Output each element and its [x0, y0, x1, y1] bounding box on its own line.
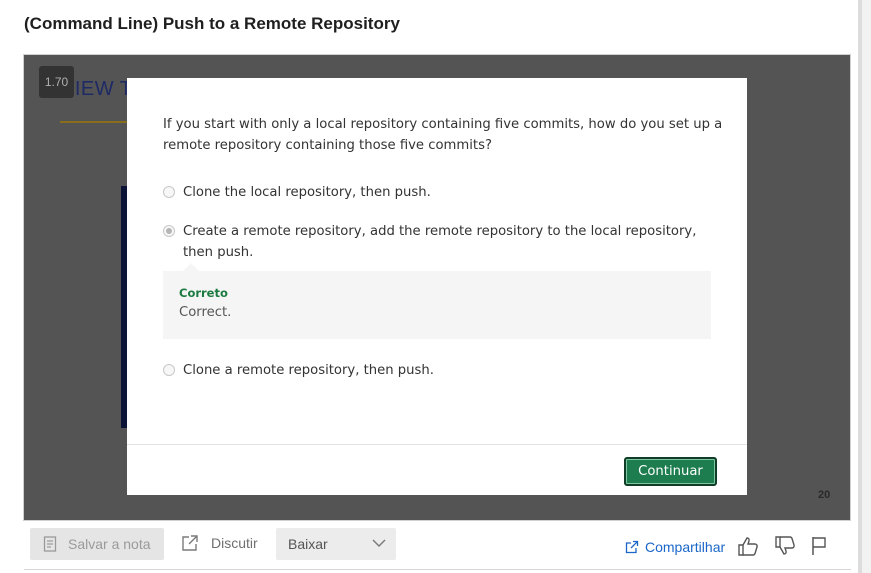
note-icon: [43, 536, 57, 552]
slide-number: 20: [818, 489, 831, 501]
share-icon: [625, 540, 639, 554]
thumbs-down-icon: [774, 535, 796, 561]
scrollbar[interactable]: [858, 0, 871, 573]
playback-speed-badge[interactable]: 1.70: [39, 66, 74, 98]
radio-button[interactable]: [163, 186, 175, 198]
feedback-title: Correto: [179, 286, 228, 300]
quiz-option-1[interactable]: Clone the local repository, then push.: [163, 182, 723, 203]
feedback-text: Correct.: [179, 305, 232, 320]
flag-button[interactable]: [810, 535, 828, 561]
continue-button[interactable]: Continuar: [624, 457, 717, 486]
download-dropdown[interactable]: Baixar: [276, 528, 396, 560]
thumbs-up-icon: [737, 535, 759, 561]
save-note-label: Salvar a nota: [68, 536, 151, 552]
discuss-button[interactable]: Discutir: [181, 534, 258, 552]
answer-feedback: Correto Correct.: [163, 263, 711, 339]
share-link[interactable]: Compartilhar: [625, 539, 725, 555]
modal-footer: Continuar: [127, 444, 747, 495]
quiz-option-3[interactable]: Clone a remote repository, then push.: [163, 360, 723, 381]
discuss-label: Discutir: [211, 535, 258, 551]
page-title: (Command Line) Push to a Remote Reposito…: [24, 14, 400, 33]
external-link-icon: [181, 534, 199, 552]
quiz-option-label: Create a remote repository, add the remo…: [183, 224, 697, 260]
quiz-modal: If you start with only a local repositor…: [127, 78, 747, 495]
quiz-question: If you start with only a local repositor…: [163, 117, 723, 153]
dislike-button[interactable]: [774, 535, 796, 561]
share-label: Compartilhar: [645, 539, 726, 555]
quiz-option-label: Clone the local repository, then push.: [183, 185, 431, 200]
radio-button[interactable]: [163, 364, 175, 376]
save-note-button[interactable]: Salvar a nota: [30, 528, 164, 560]
quiz-option-2[interactable]: Create a remote repository, add the remo…: [163, 221, 723, 263]
radio-button-selected[interactable]: [163, 225, 175, 237]
flag-icon: [810, 535, 828, 561]
download-label: Baixar: [288, 536, 328, 552]
quiz-option-label: Clone a remote repository, then push.: [183, 363, 434, 378]
like-button[interactable]: [737, 535, 759, 561]
video-toolbar: Salvar a nota Discutir Baixar Compartilh…: [24, 520, 851, 570]
chevron-down-icon: [372, 538, 386, 548]
